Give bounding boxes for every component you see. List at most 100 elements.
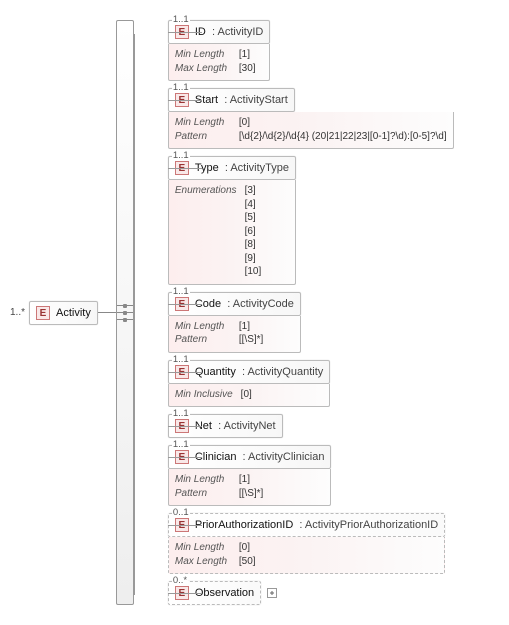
child-cardinality: 1..1: [172, 82, 190, 93]
facets-box: Min Length [1] Pattern [[\S]*]: [168, 316, 301, 353]
facet-row: Min Length [1]: [175, 320, 294, 334]
facet-key: Enumerations: [175, 184, 237, 279]
connector-line: [168, 525, 202, 526]
facet-row: Min Length [1]: [175, 473, 325, 487]
element-name: Observation: [195, 587, 254, 599]
facets-box: Min Length [0] Pattern [\d{2}/\d{2}/\d{4} (…: [168, 112, 454, 149]
facet-value: [0]: [239, 116, 250, 130]
root-element-group: 1..* E Activity: [10, 301, 116, 325]
root-element-node: E Activity: [29, 301, 98, 325]
facet-value: [[\S]*]: [239, 333, 263, 347]
facet-row: Min Length [0]: [175, 116, 447, 130]
connector-line: [168, 32, 202, 33]
connector-line: [168, 593, 202, 594]
element-type: : ActivityClinician: [236, 451, 324, 463]
child-element-row: 1..1EID : ActivityIDMin Length[1]Max Len…: [168, 20, 454, 81]
facet-value: [0]: [239, 541, 250, 555]
child-cardinality: 0..*: [172, 575, 188, 586]
schema-diagram: 1..* E Activity 1..1EID : ActivityIDMin …: [10, 20, 499, 605]
child-element-box: ECode : ActivityCodeMin Length[1]Pattern…: [168, 292, 301, 353]
element-type: : ActivityType: [219, 162, 289, 174]
expand-icon[interactable]: [267, 588, 277, 598]
child-element-box: EStart : ActivityStartMin Length[0]Patte…: [168, 88, 454, 149]
child-element-row: 1..1ECode : ActivityCodeMin Length[1]Pat…: [168, 292, 454, 353]
facet-key: Min Inclusive: [175, 388, 233, 402]
facet-key: Pattern: [175, 487, 231, 501]
child-element-box: EID : ActivityIDMin Length[1]Max Length[…: [168, 20, 270, 81]
facet-key: Max Length: [175, 555, 231, 569]
facet-row: Pattern [[\S]*]: [175, 487, 325, 501]
child-cardinality: 1..1: [172, 354, 190, 365]
child-element-row: 1..1EClinician : ActivityClinicianMin Le…: [168, 445, 454, 506]
facet-row: Pattern [[\S]*]: [175, 333, 294, 347]
child-element-box: EType : ActivityTypeEnumerations[3] [4] …: [168, 156, 296, 285]
facet-key: Min Length: [175, 473, 231, 487]
child-header: EStart : ActivityStart: [168, 88, 454, 112]
child-cardinality: 1..1: [172, 14, 190, 25]
child-cardinality: 1..1: [172, 408, 190, 419]
facets-box: Min Inclusive [0]: [168, 384, 330, 408]
facet-key: Pattern: [175, 333, 231, 347]
connector-line: [168, 372, 202, 373]
element-type: : ActivityNet: [212, 420, 276, 432]
facets-box: Min Length [1] Max Length [30]: [168, 44, 270, 81]
facet-value: [1]: [239, 473, 250, 487]
element-type: : ActivityStart: [218, 94, 288, 106]
child-cardinality: 1..1: [172, 286, 190, 297]
connector-line: [98, 312, 116, 313]
root-element-name: Activity: [56, 307, 91, 319]
root-cardinality: 1..*: [10, 307, 25, 318]
facet-key: Min Length: [175, 48, 231, 62]
element-type: : ActivityID: [206, 26, 263, 38]
facets-box: Min Length [0] Max Length [50]: [168, 537, 445, 574]
branch-vertical-line: [134, 34, 135, 595]
facet-row: Min Length [1]: [175, 48, 263, 62]
connector-line: [168, 457, 202, 458]
facet-row: Min Length [0]: [175, 541, 438, 555]
child-element-row: 1..1EStart : ActivityStartMin Length[0]P…: [168, 88, 454, 149]
element-type: : ActivityPriorAuthorizationID: [293, 519, 438, 531]
child-element-box: EClinician : ActivityClinicianMin Length…: [168, 445, 332, 506]
child-element-box: EPriorAuthorizationID : ActivityPriorAut…: [168, 513, 445, 574]
facet-value: [\d{2}/\d{2}/\d{4} (20|21|22|23|[0-1]?\d…: [239, 130, 447, 144]
child-header: EPriorAuthorizationID : ActivityPriorAut…: [168, 513, 445, 537]
facet-row: Min Inclusive [0]: [175, 388, 323, 402]
child-element-row: 0..*EObservation: [168, 581, 454, 605]
facet-value: [[\S]*]: [239, 487, 263, 501]
element-badge-icon: E: [36, 306, 50, 320]
facet-row: Pattern [\d{2}/\d{2}/\d{4} (20|21|22|23|[…: [175, 130, 447, 144]
facet-value: [3] [4] [5] [6] [8] [9] [10]: [245, 184, 262, 279]
child-cardinality: 1..1: [172, 150, 190, 161]
child-element-row: 1..1EQuantity : ActivityQuantityMin Incl…: [168, 360, 454, 408]
child-cardinality: 1..1: [172, 439, 190, 450]
connector-line: [168, 304, 202, 305]
sequence-compositor-icon: [116, 20, 134, 605]
facet-value: [30]: [239, 62, 256, 76]
facet-key: Min Length: [175, 541, 231, 555]
child-element-box: EQuantity : ActivityQuantityMin Inclusiv…: [168, 360, 330, 408]
facet-value: [0]: [241, 388, 252, 402]
connector-line: [168, 100, 202, 101]
connector-line: [168, 168, 202, 169]
facet-row: Max Length [50]: [175, 555, 438, 569]
child-element-row: 0..1EPriorAuthorizationID : ActivityPrio…: [168, 513, 454, 574]
child-cardinality: 0..1: [172, 507, 190, 518]
facet-value: [1]: [239, 48, 250, 62]
element-name: PriorAuthorizationID: [195, 519, 293, 531]
child-element-row: 1..1ENet : ActivityNet: [168, 414, 454, 438]
facet-row: Max Length [30]: [175, 62, 263, 76]
facet-value: [1]: [239, 320, 250, 334]
facet-key: Pattern: [175, 130, 231, 144]
facet-key: Max Length: [175, 62, 231, 76]
facets-box: Min Length [1] Pattern [[\S]*]: [168, 469, 332, 506]
facet-key: Min Length: [175, 116, 231, 130]
child-element-row: 1..1EType : ActivityTypeEnumerations[3] …: [168, 156, 454, 285]
facet-value: [50]: [239, 555, 256, 569]
facet-row: Enumerations [3] [4] [5] [6] [8] [9] [10]: [175, 184, 289, 279]
children-container: 1..1EID : ActivityIDMin Length[1]Max Len…: [134, 20, 454, 605]
facet-key: Min Length: [175, 320, 231, 334]
element-type: : ActivityCode: [221, 298, 294, 310]
facets-box: Enumerations [3] [4] [5] [6] [8] [9] [10]: [168, 180, 296, 285]
element-type: : ActivityQuantity: [236, 366, 323, 378]
connector-line: [168, 426, 202, 427]
